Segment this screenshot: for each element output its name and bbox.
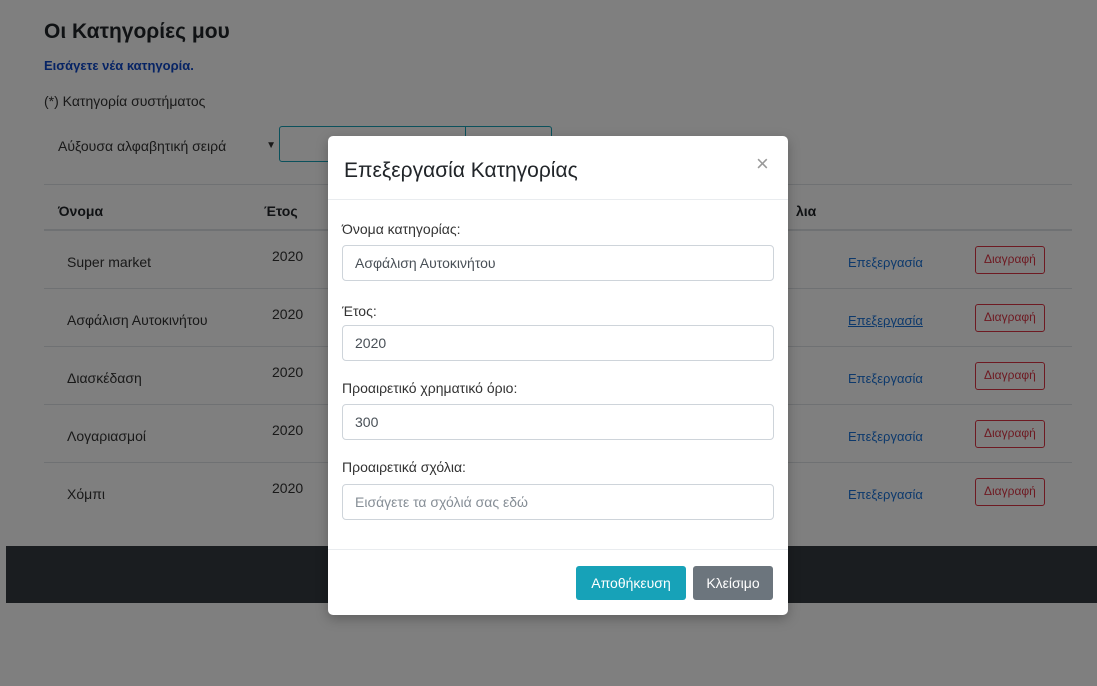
comments-label: Προαιρετικά σχόλια: <box>342 459 466 475</box>
year-label: Έτος: <box>342 303 377 319</box>
year-input[interactable] <box>342 325 774 361</box>
edit-category-modal: Επεξεργασία Κατηγορίας × Όνομα κατηγορία… <box>328 136 788 615</box>
comments-input[interactable] <box>342 484 774 520</box>
modal-header: Επεξεργασία Κατηγορίας × <box>328 136 788 200</box>
close-icon[interactable]: × <box>756 153 769 175</box>
save-button[interactable]: Αποθήκευση <box>576 566 686 600</box>
close-button[interactable]: Κλείσιμο <box>693 566 773 600</box>
category-name-label: Όνομα κατηγορίας: <box>342 221 461 237</box>
limit-label: Προαιρετικό χρηματικό όριο: <box>342 380 518 396</box>
modal-footer: Αποθήκευση Κλείσιμο <box>328 549 788 615</box>
limit-input[interactable] <box>342 404 774 440</box>
modal-title: Επεξεργασία Κατηγορίας <box>344 159 578 182</box>
category-name-input[interactable] <box>342 245 774 281</box>
